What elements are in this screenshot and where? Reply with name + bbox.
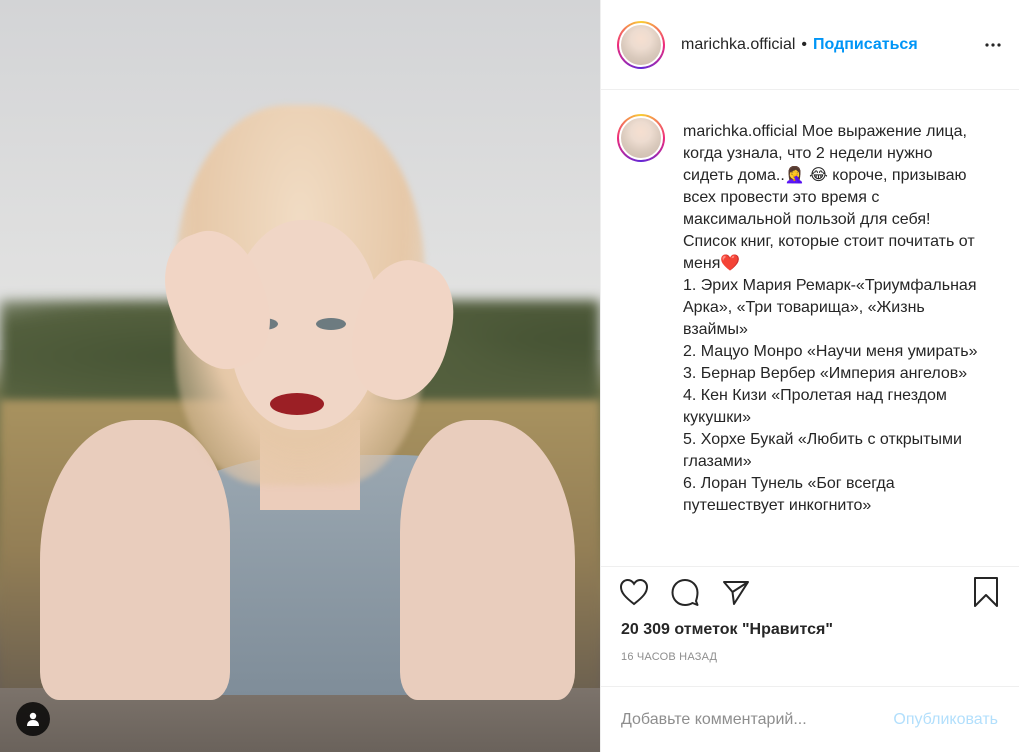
caption-body: Мое выражение лица, когда узнала, что 2 … bbox=[683, 123, 975, 272]
photo-eye-right bbox=[316, 318, 346, 330]
caption: marichka.official Мое выражение лица, ко… bbox=[683, 121, 983, 517]
more-options-icon bbox=[985, 43, 1001, 47]
caption-username[interactable]: marichka.official bbox=[683, 123, 797, 140]
photo-lips bbox=[270, 393, 324, 415]
comment-bubble-icon bbox=[671, 579, 699, 606]
book-item: 1. Эрих Мария Ремарк-«Триумфальная Арка»… bbox=[683, 277, 977, 338]
comment-input[interactable] bbox=[621, 710, 871, 729]
book-item: 3. Бернар Вербер «Империя ангелов» bbox=[683, 365, 968, 382]
comment-button[interactable] bbox=[668, 575, 702, 609]
post-photo[interactable] bbox=[0, 0, 600, 752]
book-item: 4. Кен Кизи «Пролетая над гнездом кукушк… bbox=[683, 387, 947, 426]
photo-right-arm bbox=[400, 420, 575, 700]
avatar[interactable] bbox=[617, 20, 665, 69]
like-button[interactable] bbox=[617, 575, 651, 609]
header-separator: • bbox=[801, 35, 808, 53]
caption-area: marichka.official Мое выражение лица, ко… bbox=[601, 90, 1019, 570]
save-button[interactable] bbox=[969, 575, 1003, 609]
likes-count[interactable]: 20 309 отметок "Нравится" bbox=[621, 621, 833, 639]
action-bar bbox=[601, 566, 1019, 618]
photo-left-arm bbox=[40, 420, 230, 700]
user-silhouette-icon bbox=[27, 712, 39, 726]
share-button[interactable] bbox=[719, 575, 753, 609]
follow-button[interactable]: Подписаться bbox=[813, 36, 918, 54]
book-item: 6. Лоран Тунель «Бог всегда путешествует… bbox=[683, 475, 895, 514]
caption-avatar[interactable] bbox=[617, 114, 665, 162]
comment-bar: Опубликовать bbox=[601, 686, 1019, 752]
post-header: marichka.official • Подписаться bbox=[601, 0, 1019, 90]
post-sidebar: marichka.official • Подписаться marichka… bbox=[600, 0, 1019, 752]
book-item: 5. Хорхе Букай «Любить с открытыми глаза… bbox=[683, 431, 962, 470]
more-options-button[interactable] bbox=[984, 36, 1002, 59]
book-item: 2. Мацуо Монро «Научи меня умирать» bbox=[683, 343, 978, 360]
publish-comment-button[interactable]: Опубликовать bbox=[893, 711, 998, 729]
header-username[interactable]: marichka.official bbox=[681, 36, 795, 54]
heart-icon bbox=[619, 578, 649, 606]
tagged-users-button[interactable] bbox=[16, 702, 50, 736]
bookmark-icon bbox=[974, 577, 998, 607]
avatar-image bbox=[619, 22, 663, 67]
paper-plane-icon bbox=[723, 581, 749, 605]
caption-avatar-image bbox=[619, 116, 663, 160]
post-timestamp[interactable]: 16 ЧАСОВ НАЗАД bbox=[621, 651, 717, 663]
